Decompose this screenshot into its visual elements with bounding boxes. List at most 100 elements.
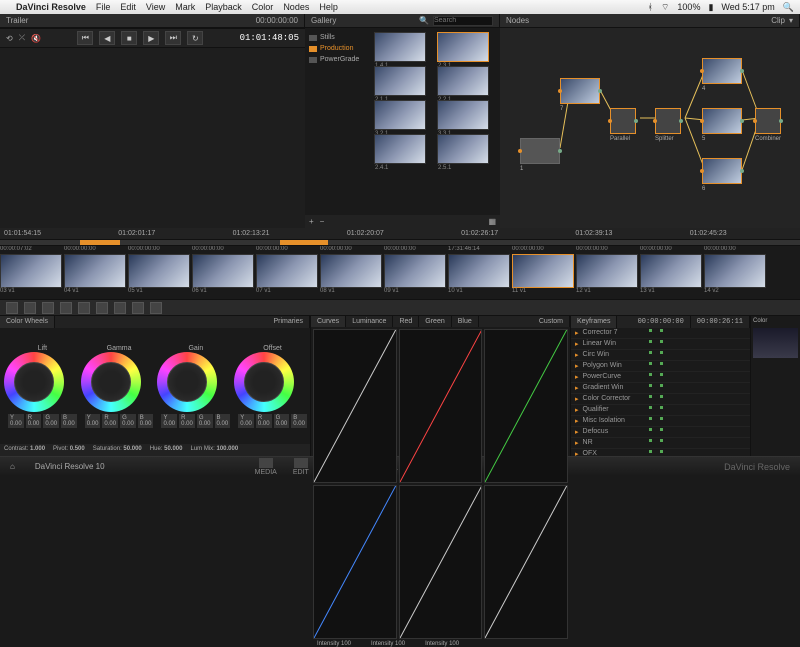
menu-color[interactable]: Color [252, 2, 274, 12]
curve-red[interactable] [399, 329, 483, 483]
filmstrip-clip[interactable]: 00:00:00:0007 v1 [256, 246, 318, 299]
keyframe-row[interactable]: ▸Qualifier [571, 405, 750, 416]
gallery-tree-powergrade[interactable]: PowerGrade [309, 54, 366, 65]
play-button[interactable]: ▶ [143, 31, 159, 45]
keyframe-row[interactable]: ▸Color Corrector [571, 394, 750, 405]
gallery-thumb[interactable]: 2.5.1 [437, 134, 489, 164]
workspace-tab-edit[interactable]: EDIT [293, 458, 309, 476]
color-wheel-lift[interactable]: LiftY 0.00R 0.00G 0.00B 0.00 [4, 343, 81, 430]
step-back-button[interactable]: ◀ [99, 31, 115, 45]
menu-nodes[interactable]: Nodes [283, 2, 309, 12]
node[interactable] [655, 108, 681, 134]
mute-icon[interactable]: 🔇 [31, 34, 41, 43]
keyframe-row[interactable]: ▸Gradient Win [571, 383, 750, 394]
filmstrip[interactable]: 00:00:07:0203 v100:00:00:0004 v100:00:00… [0, 246, 800, 300]
gallery-thumb[interactable]: 3.2.1 [374, 100, 426, 130]
filmstrip-clip[interactable]: 00:00:00:0006 v1 [192, 246, 254, 299]
curve-green[interactable] [484, 329, 568, 483]
filmstrip-clip[interactable]: 00:00:00:0005 v1 [128, 246, 190, 299]
home-icon[interactable]: ⌂ [10, 462, 15, 471]
gallery-view-icon[interactable]: ▦ [488, 217, 496, 226]
color-wheel-gain[interactable]: GainY 0.00R 0.00G 0.00B 0.00 [157, 343, 234, 430]
tool-window-icon[interactable] [60, 302, 72, 314]
timeline-track[interactable] [0, 240, 800, 246]
loop-icon[interactable]: ⟲ [6, 34, 13, 43]
node[interactable] [702, 58, 742, 84]
curve-mix-a[interactable] [399, 485, 483, 639]
gallery-tree-stills[interactable]: Stills [309, 32, 366, 43]
gallery-remove-button[interactable]: − [320, 217, 325, 226]
filmstrip-clip[interactable]: 00:00:07:0203 v1 [0, 246, 62, 299]
menu-view[interactable]: View [146, 2, 165, 12]
node[interactable] [755, 108, 781, 134]
keyframe-row[interactable]: ▸Polygon Win [571, 361, 750, 372]
keyframe-row[interactable]: ▸Linear Win [571, 339, 750, 350]
gallery-thumb[interactable]: 2.1.1 [374, 66, 426, 96]
menu-edit[interactable]: Edit [120, 2, 136, 12]
curve-ch-custom[interactable]: Custom [533, 316, 570, 327]
tab-curves[interactable]: Curves [311, 316, 346, 327]
gallery-thumb[interactable]: 2.4.1 [374, 134, 426, 164]
tool-qualifier-icon[interactable] [42, 302, 54, 314]
curve-ch-blue[interactable]: Blue [452, 316, 479, 327]
filmstrip-clip[interactable]: 00:00:00:0013 v1 [640, 246, 702, 299]
tab-primaries[interactable]: Primaries [267, 316, 310, 328]
spotlight-icon[interactable]: 🔍 [783, 2, 794, 13]
color-wheel-gamma[interactable]: GammaY 0.00R 0.00G 0.00B 0.00 [81, 343, 158, 430]
filmstrip-clip[interactable]: 00:00:00:0009 v1 [384, 246, 446, 299]
clip-dropdown[interactable]: Clip [771, 16, 785, 25]
stop-button[interactable]: ■ [121, 31, 137, 45]
tab-color-wheels[interactable]: Color Wheels [0, 316, 55, 328]
jump-prev-button[interactable]: ⏮ [77, 31, 93, 45]
keyframe-row[interactable]: ▸Defocus [571, 427, 750, 438]
tool-curves-icon[interactable] [24, 302, 36, 314]
timeline-ruler[interactable]: 01:01:54:1501:02:01:1701:02:13:2101:02:2… [0, 228, 800, 240]
gallery-add-button[interactable]: + [309, 217, 314, 226]
node[interactable] [610, 108, 636, 134]
keyframe-row[interactable]: ▸Corrector 7 [571, 328, 750, 339]
curve-ch-red[interactable]: Red [393, 316, 419, 327]
app-menu-name[interactable]: DaVinci Resolve [16, 2, 86, 12]
menu-help[interactable]: Help [319, 2, 338, 12]
keyframe-row[interactable]: ▸Circ Win [571, 350, 750, 361]
filmstrip-clip[interactable]: 00:00:00:0004 v1 [64, 246, 126, 299]
node[interactable] [702, 108, 742, 134]
tool-key-icon[interactable] [114, 302, 126, 314]
keyframe-row[interactable]: ▸PowerCurve [571, 372, 750, 383]
gallery-thumb[interactable]: 2.3.1 [437, 32, 489, 62]
node[interactable] [702, 158, 742, 184]
filmstrip-clip[interactable]: 00:00:00:0012 v1 [576, 246, 638, 299]
color-wheel-offset[interactable]: OffsetY 0.00R 0.00G 0.00B 0.00 [234, 343, 311, 430]
bluetooth-icon[interactable]: ᚼ [648, 2, 653, 12]
curve-lum[interactable] [313, 329, 397, 483]
jump-next-button[interactable]: ⏭ [165, 31, 181, 45]
menu-playback[interactable]: Playback [205, 2, 242, 12]
node[interactable] [560, 78, 600, 104]
node[interactable] [520, 138, 560, 164]
tool-sizing-icon[interactable] [132, 302, 144, 314]
keyframe-row[interactable]: ▸OFX [571, 449, 750, 456]
tool-primaries-icon[interactable] [6, 302, 18, 314]
curve-blue[interactable] [313, 485, 397, 639]
filmstrip-clip[interactable]: 00:00:00:0011 v1 [512, 246, 574, 299]
tab-keyframes[interactable]: Keyframes [571, 316, 617, 328]
gallery-tree-production[interactable]: Production [309, 43, 366, 54]
wifi-icon[interactable]: ⌔ [661, 2, 669, 13]
menu-mark[interactable]: Mark [175, 2, 195, 12]
gallery-thumb[interactable]: 3.3.1 [437, 100, 489, 130]
filmstrip-clip[interactable]: 00:00:00:0008 v1 [320, 246, 382, 299]
menu-file[interactable]: File [96, 2, 111, 12]
keyframe-row[interactable]: ▸Misc Isolation [571, 416, 750, 427]
curve-mix-b[interactable] [484, 485, 568, 639]
loop-play-button[interactable]: ↻ [187, 31, 203, 45]
node-graph[interactable]: 17ParallelSplitter456Combiner [500, 28, 800, 228]
chevron-down-icon[interactable]: ▾ [789, 16, 793, 25]
tool-3d-icon[interactable] [150, 302, 162, 314]
gallery-thumb[interactable]: 1.4.1 [374, 32, 426, 62]
keyframe-row[interactable]: ▸NR [571, 438, 750, 449]
gallery-thumb[interactable]: 2.2.1 [437, 66, 489, 96]
tool-blur-icon[interactable] [96, 302, 108, 314]
shuffle-icon[interactable]: ⤫ [19, 33, 25, 43]
gallery-search-input[interactable] [433, 16, 493, 26]
curve-ch-green[interactable]: Green [419, 316, 451, 327]
